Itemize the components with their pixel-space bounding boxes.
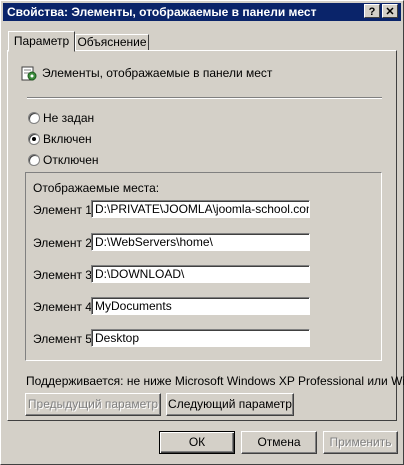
element-1-input[interactable]: D:\PRIVATE\JOOMLA\joomla-school.com\ [91,200,310,218]
element-2-label: Элемент 2 [33,236,92,250]
prev-setting-button[interactable]: Предыдущий параметр [25,393,161,416]
group-title: Отображаемые места: [33,181,160,195]
element-3-label: Элемент 3 [33,268,92,282]
element-2-input[interactable]: D:\WebServers\home\ [91,233,310,251]
radio-not-set-label[interactable]: Не задан [43,111,94,125]
radio-not-set[interactable] [28,112,40,124]
element-5-input[interactable]: Desktop [91,329,310,347]
tab-parameter[interactable]: Параметр [8,31,75,52]
policy-setting-icon [21,66,37,81]
radio-disabled[interactable] [28,154,40,166]
tab-panel: Элементы, отображаемые в панели мест Не … [7,50,404,421]
radio-disabled-label[interactable]: Отключен [43,153,99,167]
setting-title: Элементы, отображаемые в панели мест [42,66,273,80]
element-5-label: Элемент 5 [33,332,92,346]
apply-button[interactable]: Применить [323,431,398,454]
element-4-label: Элемент 4 [33,300,92,314]
cancel-button[interactable]: Отмена [241,431,317,454]
supported-text: Поддерживается: не ниже Microsoft Window… [26,374,404,388]
close-button[interactable]: ✕ [382,4,398,18]
ok-button[interactable]: ОК [159,431,235,454]
radio-enabled-label[interactable]: Включен [43,132,92,146]
element-3-input[interactable]: D:\DOWNLOAD\ [91,265,310,283]
help-button[interactable]: ? [364,4,380,18]
window-title: Свойства: Элементы, отображаемые в панел… [7,5,317,19]
next-setting-button[interactable]: Следующий параметр [166,393,294,416]
element-1-label: Элемент 1 [33,203,92,217]
tab-explanation[interactable]: Объяснение [75,34,149,51]
title-bar[interactable]: Свойства: Элементы, отображаемые в панел… [3,3,401,21]
divider [27,97,382,99]
properties-dialog: Свойства: Элементы, отображаемые в панел… [0,0,404,465]
radio-enabled[interactable] [28,133,40,145]
places-group: Отображаемые места: Элемент 1 D:\PRIVATE… [25,172,382,361]
element-4-input[interactable]: MyDocuments [91,297,310,315]
